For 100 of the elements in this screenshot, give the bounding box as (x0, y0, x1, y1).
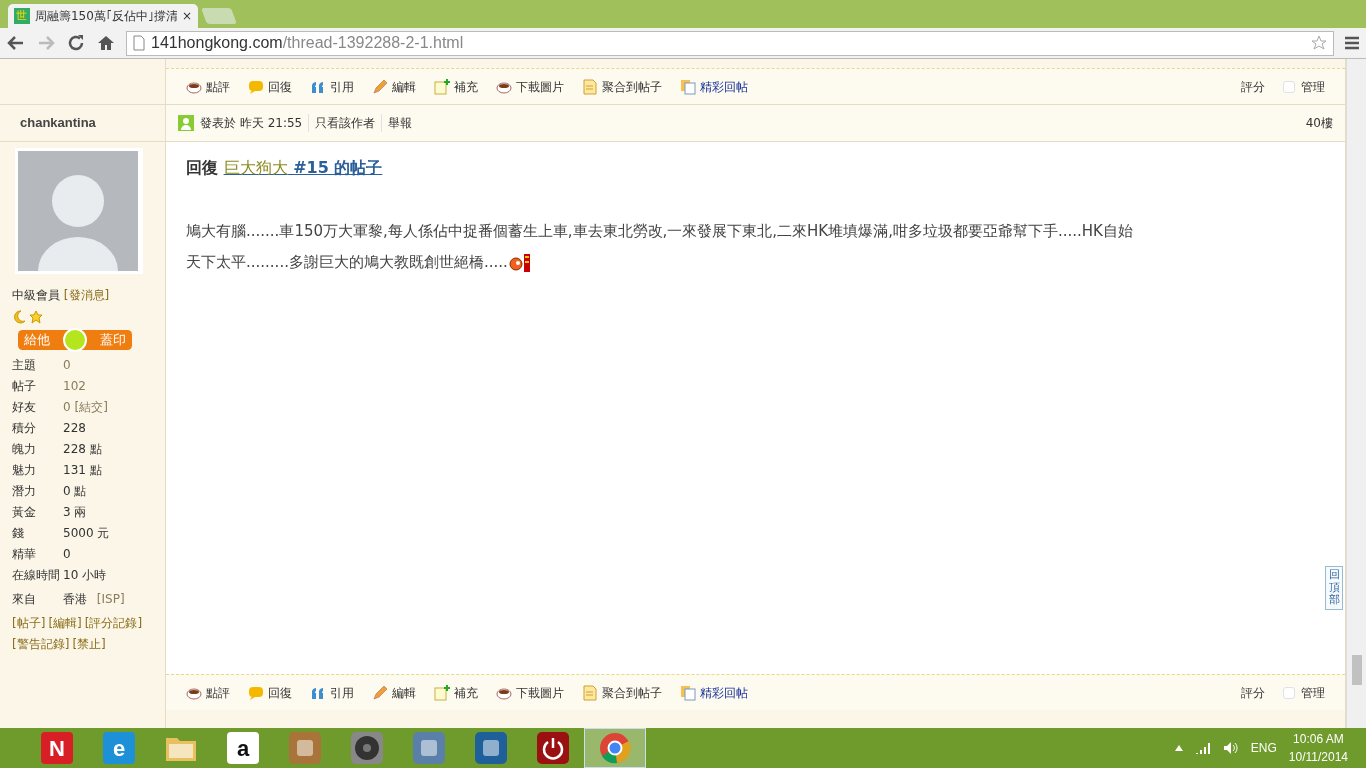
post-text-line: 天下太平.........多謝巨大的鳩大教既創世絕橋..... (186, 252, 508, 273)
app-letter-icon: a (227, 732, 259, 764)
stat-label: 魅力 (12, 462, 37, 479)
post-action-link[interactable]: 回復 (248, 77, 292, 96)
send-message-link[interactable]: [發消息] (63, 288, 110, 302)
show-hidden-icon[interactable] (1174, 745, 1183, 751)
stat-label: 在線時間 (12, 567, 61, 584)
manage-label: 管理 (1301, 684, 1325, 702)
app-letter-icon: N (41, 732, 73, 764)
taskbar-app-button[interactable]: N (26, 728, 88, 768)
url-text: 141hongkong.com/thread-1392288-2-1.html (151, 33, 464, 53)
scrollbar[interactable] (1346, 59, 1366, 728)
stat-value: 228 (63, 421, 86, 435)
reply-prefix: 回復 (186, 158, 218, 177)
post-action-link[interactable]: 回復 (248, 683, 292, 702)
stat-label: 潛力 (12, 483, 37, 500)
stat-value[interactable]: 0 (63, 400, 71, 414)
post-action-link[interactable]: 精彩回帖 (680, 77, 748, 96)
isp-link[interactable]: [ISP] (96, 592, 125, 606)
stat-value: 5000 元 (63, 526, 110, 540)
post-action-link[interactable]: 聚合到帖子 (582, 77, 662, 96)
post-action-link[interactable]: 編輯 (372, 683, 416, 702)
signal-icon[interactable] (1194, 742, 1211, 754)
note-icon (434, 684, 450, 701)
profile-link[interactable]: [帖子] (12, 614, 46, 632)
stat-label: 精華 (12, 546, 37, 563)
stat-value[interactable]: 102 (63, 379, 86, 393)
post-action-link[interactable]: 下載圖片 (496, 683, 564, 702)
back-to-top-button[interactable]: 回頂部 (1325, 566, 1343, 610)
moon-icon (12, 310, 26, 324)
bubble-icon (248, 78, 264, 95)
star-icon (29, 310, 43, 324)
favicon-icon: 世 (14, 8, 30, 24)
reload-icon[interactable] (66, 33, 86, 53)
address-bar[interactable]: 141hongkong.com/thread-1392288-2-1.html (126, 30, 1334, 56)
star-icon[interactable] (1311, 35, 1327, 51)
post-text-line: 鳩大有腦.......車150万大軍黎,每人係佔中捉番個蓄生上車,車去東北勞改,一來發展下東北,二來HK堆填爆滿,咁多垃圾都要亞爺幫下手.....HK自始 (186, 221, 1133, 242)
stat-value[interactable]: 0 (63, 358, 71, 372)
stat-label: 魄力 (12, 441, 37, 458)
taskbar-app-button[interactable] (584, 728, 646, 768)
stat-label: 主題 (12, 357, 37, 374)
rate-link[interactable]: 評分 (1241, 77, 1265, 96)
stat-label: 來自 (12, 591, 37, 608)
only-author-link[interactable]: 只看該作者 (308, 114, 376, 132)
rate-link[interactable]: 評分 (1241, 683, 1265, 702)
floor-number: 40樓 (1305, 115, 1333, 132)
tab-title: 周融籌150萬｢反佔中｣撐清 (34, 8, 177, 25)
app-icon (289, 732, 321, 764)
post-action-link[interactable]: 編輯 (372, 77, 416, 96)
profile-link[interactable]: [評分記錄] (84, 614, 143, 632)
note-icon (434, 78, 450, 95)
stat-label: 好友 (12, 399, 37, 416)
profile-link[interactable]: [編輯] (48, 614, 82, 632)
stat-action-link[interactable]: [結交] (74, 400, 108, 414)
chrome-icon (599, 732, 631, 764)
post-action-link[interactable]: 引用 (310, 683, 354, 702)
stat-value: 0 點 (63, 484, 87, 498)
stat-label: 黃金 (12, 504, 37, 521)
volume-icon[interactable] (1222, 741, 1239, 755)
stat-value: 228 點 (63, 442, 102, 456)
report-link[interactable]: 舉報 (381, 114, 413, 132)
user-icon (178, 115, 194, 131)
post-action-link[interactable]: 精彩回帖 (680, 683, 748, 702)
post-action-link[interactable]: 聚合到帖子 (582, 683, 662, 702)
post-action-link[interactable]: 點評 (186, 683, 230, 702)
pencil-icon (372, 684, 388, 701)
app-icon (475, 732, 507, 764)
stat-value: 10 小時 (63, 568, 107, 582)
stat-value: 0 (63, 547, 71, 561)
stat-label: 錢 (12, 525, 25, 542)
post-action-link[interactable]: 下載圖片 (496, 77, 564, 96)
post-action-link[interactable]: 補充 (434, 683, 478, 702)
docs-icon (680, 684, 696, 701)
post-action-link[interactable]: 引用 (310, 77, 354, 96)
post-action-link[interactable]: 補充 (434, 77, 478, 96)
pencil-icon (372, 78, 388, 95)
taskbar-app-button[interactable]: a (212, 728, 274, 768)
power-icon (537, 732, 569, 764)
stat-value: 3 兩 (63, 505, 87, 519)
location-value: 香港 (63, 592, 87, 606)
app-icon (413, 732, 445, 764)
reply-reference-link[interactable]: 巨大狗大 #15 的帖子 (223, 158, 383, 177)
home-icon[interactable] (96, 33, 116, 53)
author-name[interactable]: chankantina (0, 113, 96, 133)
manage-label: 管理 (1301, 78, 1325, 96)
smiley-icon (507, 254, 524, 271)
post-time: 發表於 昨天 21:55 (200, 115, 303, 132)
browser-tab[interactable]: 世 周融籌150萬｢反佔中｣撐清 × (8, 4, 198, 28)
member-rank: 中級會員 (12, 288, 60, 302)
post-action-link[interactable]: 點評 (186, 77, 230, 96)
doc-icon (582, 684, 598, 701)
manage-checkbox[interactable] (1283, 80, 1295, 93)
profile-link[interactable]: [警告記錄] (12, 635, 70, 653)
docs-icon (680, 78, 696, 95)
speaker-icon (351, 732, 383, 764)
menu-icon[interactable] (1344, 36, 1360, 50)
doc-icon (582, 78, 598, 95)
tab-close-button[interactable]: × (181, 7, 192, 25)
manage-checkbox[interactable] (1283, 686, 1295, 699)
profile-link[interactable]: [禁止] (72, 635, 106, 653)
